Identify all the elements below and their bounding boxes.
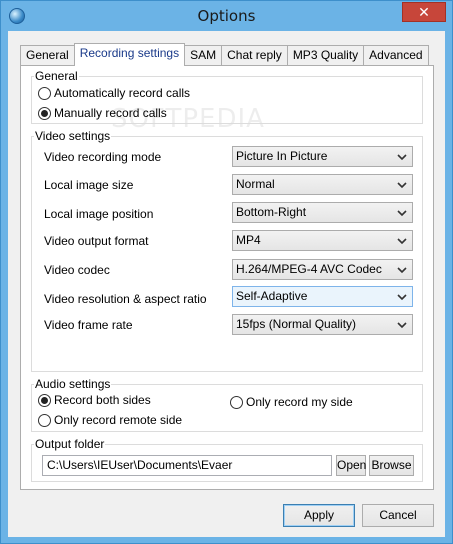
- tab-advanced[interactable]: Advanced: [363, 45, 429, 65]
- video-resolution-label: Video resolution & aspect ratio: [44, 292, 207, 306]
- local-image-position-label: Local image position: [44, 207, 154, 221]
- video-recording-mode-value: Picture In Picture: [236, 149, 328, 163]
- local-image-size-select[interactable]: Normal: [232, 174, 413, 195]
- video-resolution-select[interactable]: Self-Adaptive: [232, 286, 413, 307]
- video-codec-label: Video codec: [44, 263, 110, 277]
- tab-general[interactable]: General: [20, 45, 75, 65]
- tab-mp3-quality[interactable]: MP3 Quality: [286, 45, 365, 65]
- record-both-sides-label: Record both sides: [54, 393, 151, 407]
- record-remote-side-radio[interactable]: Only record remote side: [38, 413, 182, 427]
- auto-record-radio[interactable]: Automatically record calls: [38, 86, 190, 100]
- manual-record-radio-button[interactable]: [38, 106, 51, 120]
- chevron-down-icon: [397, 294, 407, 301]
- video-settings-group: Video settings Video recording mode Pict…: [31, 129, 423, 372]
- manual-record-radio[interactable]: Manually record calls: [38, 106, 167, 120]
- video-output-format-value: MP4: [236, 233, 261, 247]
- tab-chat-reply[interactable]: Chat reply: [221, 45, 288, 65]
- video-frame-rate-label: Video frame rate: [44, 318, 133, 332]
- tab-sam[interactable]: SAM: [184, 45, 223, 65]
- options-window: Options ✕ General Recording settings SAM…: [0, 0, 453, 544]
- close-button[interactable]: ✕: [402, 2, 446, 22]
- record-remote-side-label: Only record remote side: [54, 413, 183, 427]
- chevron-down-icon: [397, 154, 407, 161]
- local-image-position-select[interactable]: Bottom-Right: [232, 202, 413, 223]
- video-frame-rate-value: 15fps (Normal Quality): [236, 317, 357, 331]
- video-output-format-select[interactable]: MP4: [232, 230, 413, 251]
- video-frame-rate-select[interactable]: 15fps (Normal Quality): [232, 314, 413, 335]
- record-both-sides-radio[interactable]: Record both sides: [38, 393, 151, 407]
- output-folder-input[interactable]: C:\Users\IEUser\Documents\Evaer: [42, 455, 332, 476]
- local-image-size-value: Normal: [236, 177, 275, 191]
- output-folder-group: Output folder C:\Users\IEUser\Documents\…: [31, 437, 423, 482]
- window-title: Options: [197, 7, 256, 25]
- auto-record-label: Automatically record calls: [54, 86, 191, 100]
- cancel-button[interactable]: Cancel: [362, 504, 434, 527]
- recording-settings-panel: SOFTPEDIA General Automatically record c…: [20, 65, 434, 490]
- chevron-down-icon: [397, 182, 407, 189]
- video-recording-mode-label: Video recording mode: [44, 150, 162, 164]
- video-resolution-value: Self-Adaptive: [236, 289, 308, 303]
- audio-settings-group: Audio settings Record both sides Only re…: [31, 377, 423, 432]
- record-my-side-radio[interactable]: Only record my side: [230, 395, 353, 409]
- dialog-client-area: General Recording settings SAM Chat repl…: [8, 31, 445, 537]
- video-codec-select[interactable]: H.264/MPEG-4 AVC Codec: [232, 259, 413, 280]
- record-my-side-label: Only record my side: [246, 395, 353, 409]
- output-folder-title: Output folder: [34, 437, 106, 451]
- local-image-size-label: Local image size: [44, 178, 134, 192]
- general-group-title: General: [34, 69, 79, 83]
- open-folder-button[interactable]: Open: [336, 455, 366, 476]
- browse-folder-button[interactable]: Browse: [369, 455, 414, 476]
- local-image-position-value: Bottom-Right: [236, 205, 307, 219]
- chevron-down-icon: [397, 267, 407, 274]
- record-my-side-radio-button[interactable]: [230, 395, 243, 409]
- auto-record-radio-button[interactable]: [38, 86, 51, 100]
- title-bar[interactable]: Options ✕: [1, 1, 452, 31]
- record-remote-side-radio-button[interactable]: [38, 413, 51, 427]
- chevron-down-icon: [397, 210, 407, 217]
- chevron-down-icon: [397, 238, 407, 245]
- video-recording-mode-select[interactable]: Picture In Picture: [232, 146, 413, 167]
- record-both-sides-radio-button[interactable]: [38, 393, 51, 407]
- apply-button[interactable]: Apply: [283, 504, 355, 527]
- chevron-down-icon: [397, 322, 407, 329]
- manual-record-label: Manually record calls: [54, 106, 167, 120]
- video-output-format-label: Video output format: [44, 234, 149, 248]
- audio-settings-title: Audio settings: [34, 377, 112, 391]
- tab-recording-settings[interactable]: Recording settings: [73, 43, 186, 66]
- tab-strip: General Recording settings SAM Chat repl…: [20, 43, 429, 66]
- video-settings-title: Video settings: [34, 129, 112, 143]
- video-codec-value: H.264/MPEG-4 AVC Codec: [236, 262, 382, 276]
- general-group: General Automatically record calls Manua…: [31, 69, 423, 124]
